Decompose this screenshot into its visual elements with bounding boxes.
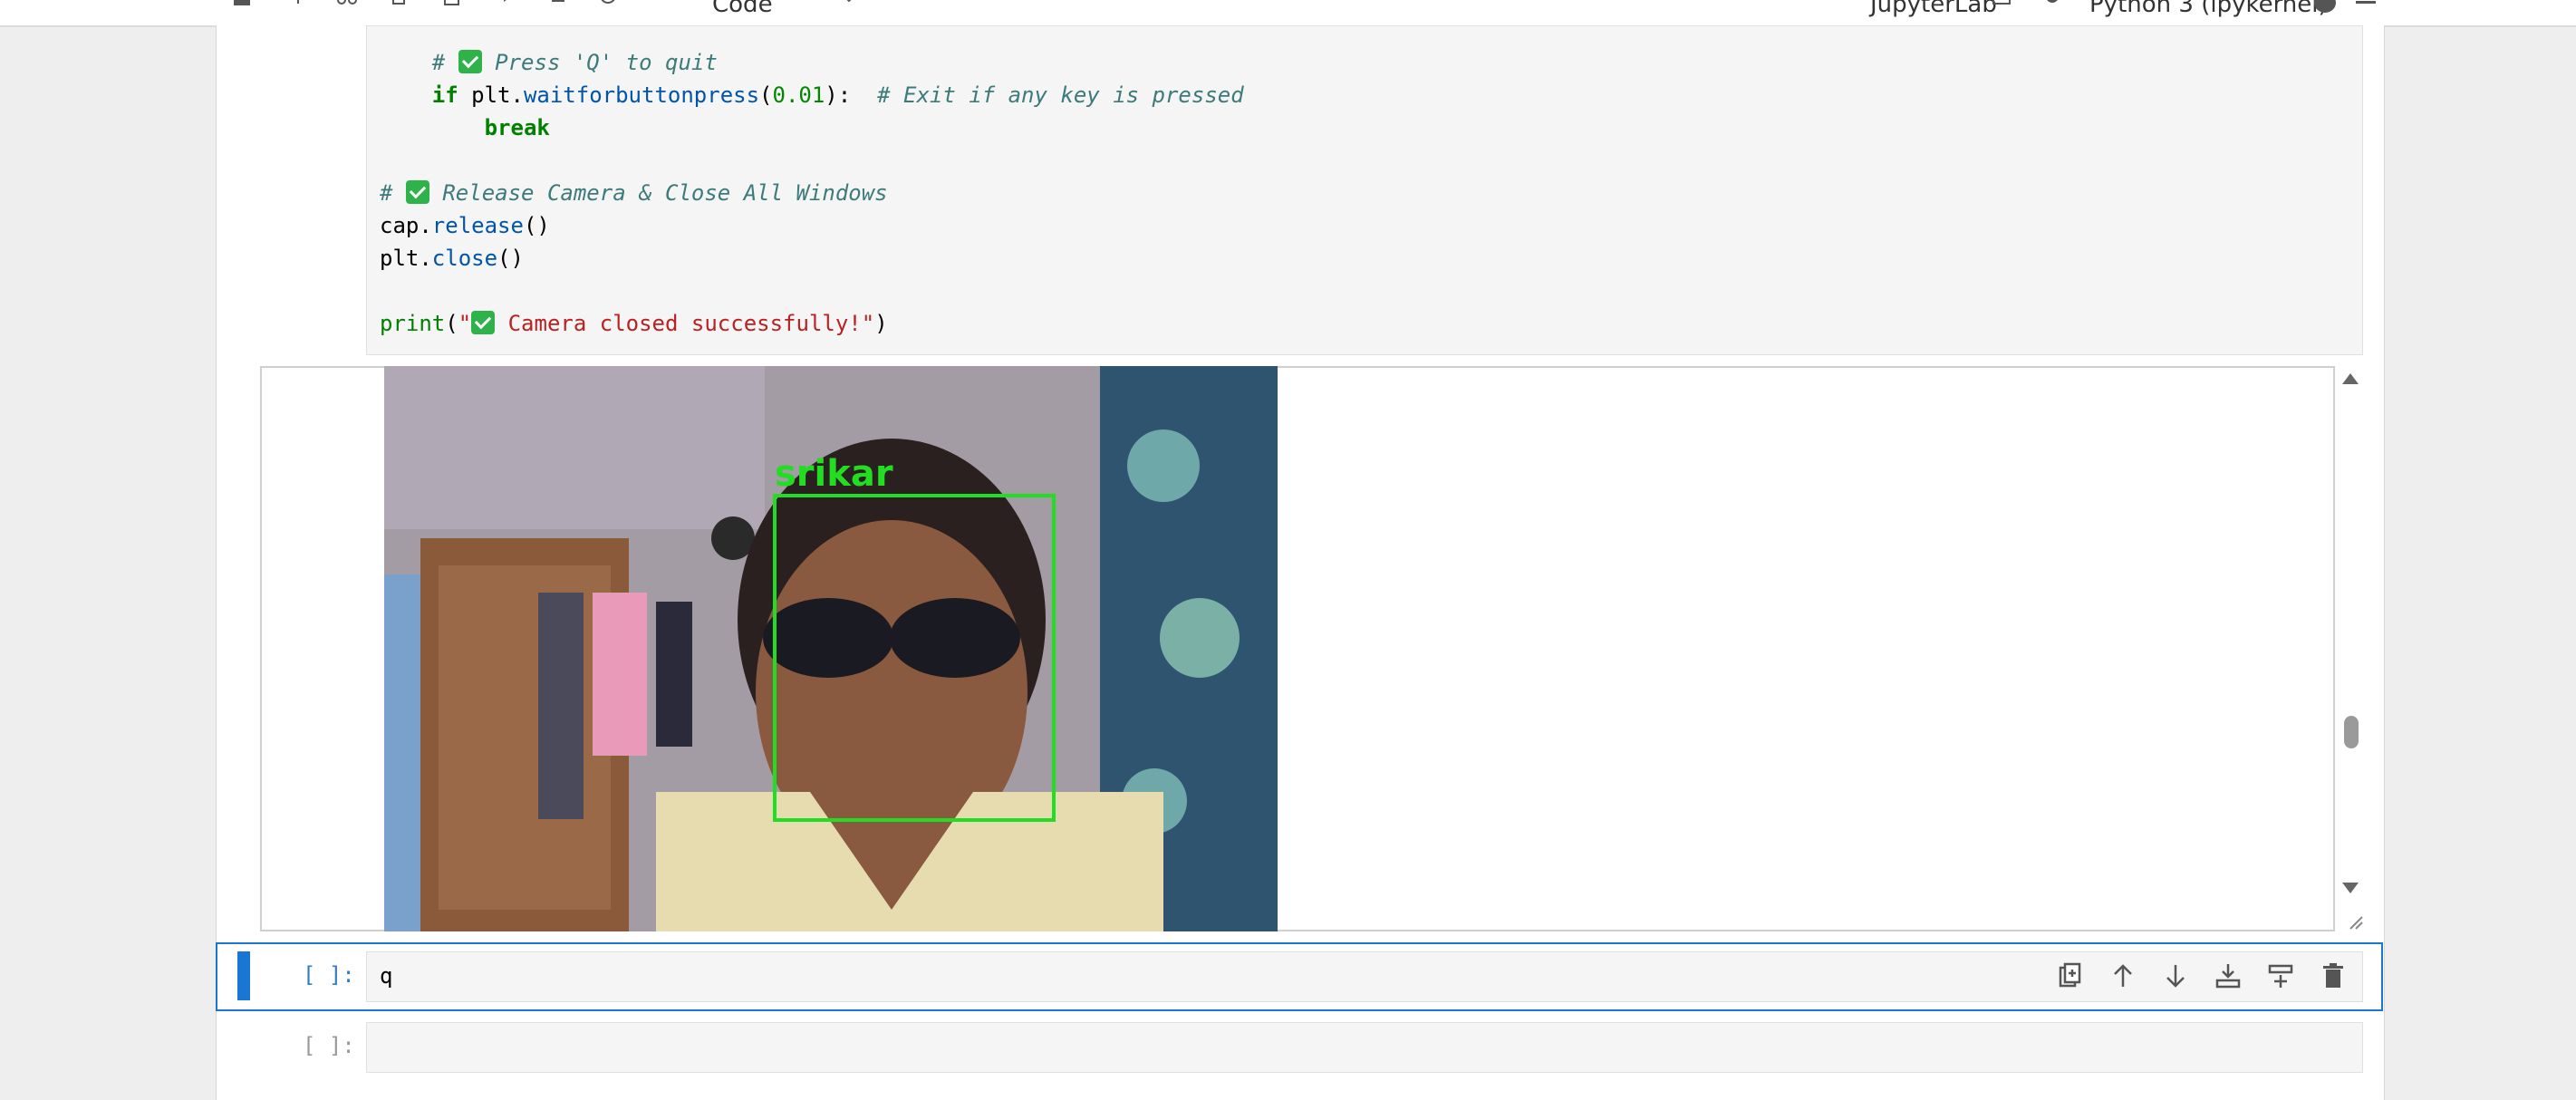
paste-icon[interactable] [442,0,462,13]
notebook-toolbar: Code JupyterLab Python 3 (ipykernel) [0,0,2576,27]
app-name: JupyterLab [1870,0,1997,18]
insert-below-icon[interactable] [2214,962,2242,989]
code-line: break [484,115,550,140]
output-scrollbar-thumb[interactable] [2344,716,2359,748]
cell-type-select[interactable]: Code [712,0,773,18]
cell-editor-empty[interactable] [366,1022,2363,1073]
code-line: # Release Camera & Close All Windows [380,180,888,206]
resize-grip-icon[interactable] [2349,915,2363,930]
code-line: if plt.waitforbuttonpress(0.01): # Exit … [431,82,1244,108]
kernel-name[interactable]: Python 3 (ipykernel) [2089,0,2328,18]
webcam-scene: srikar [384,366,1278,931]
save-icon[interactable] [232,0,252,13]
window-icon[interactable] [1992,0,2012,13]
cut-icon[interactable] [337,0,357,13]
add-cell-icon[interactable] [288,0,308,13]
face-label: srikar [775,453,893,495]
scroll-down-icon[interactable] [2342,883,2359,893]
active-cell-indicator [237,951,250,1000]
code-line: # Press 'Q' to quit [431,50,718,75]
scroll-up-icon[interactable] [2342,373,2359,384]
run-icon[interactable] [500,0,520,13]
fast-forward-icon[interactable] [649,0,669,13]
stop-icon[interactable] [549,0,569,13]
delete-cell-icon[interactable] [2320,962,2347,989]
webcam-frame-image: srikar [384,366,1278,931]
duplicate-cell-icon[interactable] [2057,962,2084,989]
menu-icon[interactable] [2356,0,2376,13]
restart-icon[interactable] [598,0,618,13]
code-line: print(" Camera closed successfully!") [380,311,888,336]
bug-icon[interactable] [2042,0,2062,13]
check-icon [405,180,429,204]
cell-source: q [380,963,393,989]
check-icon [458,50,482,73]
copy-icon[interactable] [390,0,410,13]
code-line: cap.release() [380,213,550,238]
cell-prompt: [ ]: [303,1033,355,1058]
check-icon [471,311,496,334]
move-down-icon[interactable] [2162,962,2189,989]
insert-above-icon[interactable] [2267,962,2294,989]
cell-prompt: [ ]: [303,962,355,988]
code-line: plt.close() [380,246,524,271]
move-up-icon[interactable] [2109,962,2137,989]
chevron-down-icon[interactable] [839,0,859,13]
code-cell-input[interactable]: # Press 'Q' to quit if plt.waitforbutton… [366,25,2363,355]
